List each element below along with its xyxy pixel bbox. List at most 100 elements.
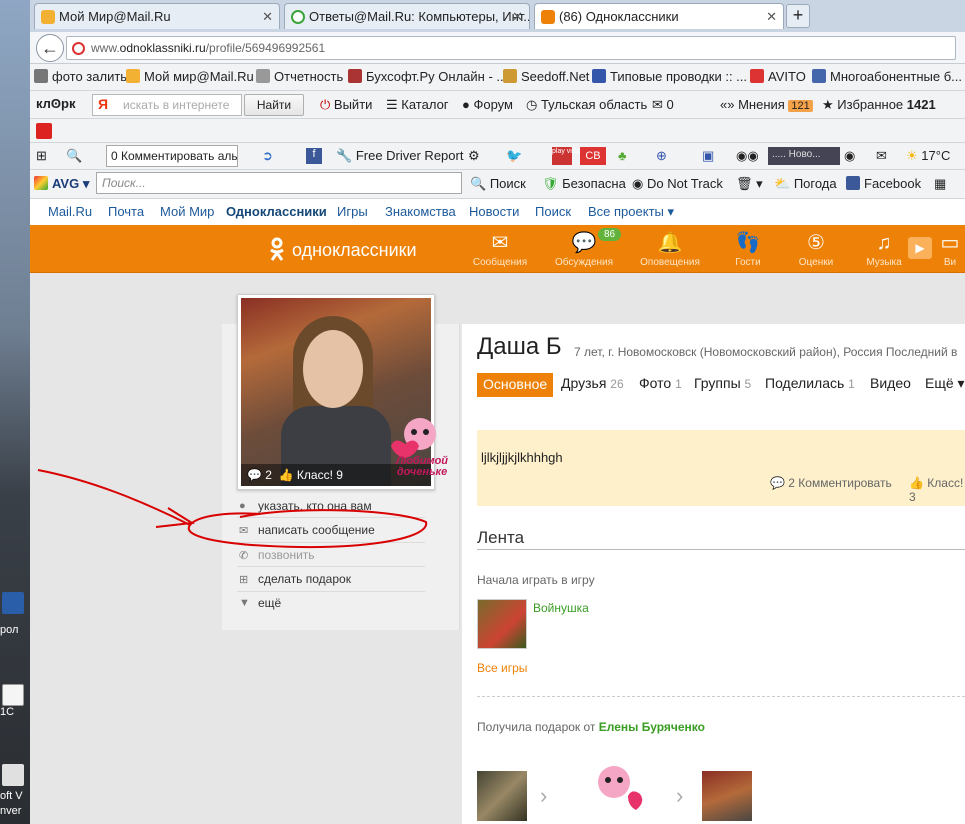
portal-link[interactable]: Игры [337,204,368,219]
all-games-link[interactable]: Все игры [477,661,527,675]
forum-button[interactable]: ● Форум [462,97,513,112]
back-button[interactable]: ← [36,34,64,62]
do-not-track-button[interactable]: ◉ Do Not Track [632,176,723,192]
avg-search-button[interactable]: 🔍 Поиск [470,176,526,192]
driver-report-button[interactable]: 🔧 Free Driver Report [336,148,463,164]
video-icon: ▭ [940,232,960,254]
cb-icon[interactable]: CB [580,147,606,165]
more-actions[interactable]: ▼ ещё [237,596,425,610]
play-video-icon[interactable]: play vida [552,147,580,165]
portal-link[interactable]: Mail.Ru [48,204,92,219]
site-identity-icon[interactable] [72,42,85,55]
mail-counter[interactable]: ✉ 0 [652,97,674,113]
settings-icon[interactable]: ⊞ [36,148,47,164]
seedoff-icon[interactable] [2,764,24,786]
bookmark-item[interactable]: Многоабонентные б... [812,69,962,84]
tag-icon[interactable]: ♣ [618,148,627,163]
set-relation-action[interactable]: ● указать, кто она вам [237,499,425,513]
gift-sender-avatar[interactable] [477,771,527,821]
portal-link[interactable]: Одноклассники [226,204,327,219]
facebook-button[interactable]: Facebook [846,176,921,191]
facebook-counter-icon[interactable]: f [306,148,322,164]
add-icon[interactable]: ⊕ [656,148,667,164]
comment-select[interactable]: 0 Комментировать аль [106,145,238,167]
gift-recipient-avatar[interactable] [702,771,752,821]
game-link[interactable]: Войнушка [533,601,589,615]
url-domain: odnoklassniki.ru [119,41,206,55]
call-action[interactable]: ✆ позвонить [237,548,425,562]
divider [237,591,425,592]
tab-groups[interactable]: Группы 5 [694,375,751,391]
ok-logo[interactable]: одноклассники [268,237,417,261]
nav-ratings[interactable]: ⑤ Оценки [784,231,848,268]
navigation-arrow-icon[interactable]: ➲ [262,148,273,164]
bookmark-item[interactable]: Мой мир@Mail.Ru [126,69,254,84]
tab-photos[interactable]: Фото 1 [639,375,682,391]
yandex-search-input[interactable]: Яискать в интернете [92,94,242,116]
nav-guests[interactable]: 👣 Гости [716,231,780,268]
send-gift-action[interactable]: ⊞ сделать подарок [237,572,425,586]
gift-sender-link[interactable]: Елены Буряченко [599,720,705,734]
portal-link[interactable]: Знакомства [385,204,456,219]
phone-icon: ✆ [239,550,249,562]
opinions-button[interactable]: «» Мнения 121 [720,97,813,112]
tab-shared[interactable]: Поделилась 1 [765,375,855,391]
nav-messages[interactable]: ✉ Сообщения [468,231,532,268]
mail-icon[interactable]: ✉ [876,148,887,164]
bookmark-item[interactable]: фото залить [34,69,127,84]
yandex-search-button[interactable]: Найти [244,94,304,116]
bookmark-item[interactable]: Типовые проводки :: ... [592,69,747,84]
comment-button[interactable]: 💬 2 Комментировать [770,476,892,490]
extension-icon[interactable]: ⚙ [468,148,480,164]
tab-main[interactable]: Основное [477,373,554,397]
trash-icon[interactable]: 🗑 ▾ [736,176,763,192]
class-button[interactable]: 👍 Класс! 3 [909,476,965,504]
portal-link[interactable]: Поиск [535,204,571,219]
bookmark-item[interactable]: Seedoff.Net [503,69,589,84]
twitter-icon[interactable]: 🐦 [506,148,522,164]
nav-video[interactable]: ▭ Ви [930,231,965,268]
search-icon[interactable]: 🔍 [66,148,82,164]
gift-sticker[interactable]: Любимой доченьке [385,410,455,482]
close-icon[interactable]: ✕ [262,9,273,25]
tab-more[interactable]: Ещё ▾ [925,375,965,392]
media-controls[interactable]: ◉◉ [736,148,759,164]
volume-icon[interactable]: ◉ [844,148,855,164]
radio-station-select[interactable]: ..... Ново... [768,147,840,165]
shortcut-icon[interactable] [2,684,24,706]
region-button[interactable]: ◷ Тульская область [526,97,647,113]
portal-link[interactable]: Новости [469,204,519,219]
address-bar[interactable]: www.odnoklassniki.ru/profile/56949699256… [66,36,956,60]
favorites-button[interactable]: ★ Избранное 1421 [822,97,936,113]
tab-friends[interactable]: Друзья 26 [561,375,624,391]
avg-logo[interactable]: AVG ▾ [34,176,89,192]
portal-link-all[interactable]: Все проекты ▾ [588,204,674,220]
nav-notifications[interactable]: 🔔 Оповещения [638,231,702,268]
gift-image[interactable] [578,760,650,824]
bookmark-item[interactable]: Отчетность [256,69,343,84]
game-icon[interactable] [477,599,527,649]
sale-extension-icon[interactable] [36,123,52,139]
tab-moy-mir[interactable]: Мой Мир@Mail.Ru ✕ [34,3,280,29]
close-icon[interactable]: ✕ [766,9,777,25]
safe-status[interactable]: 🛡 Безопасна [542,176,626,192]
tab-video[interactable]: Видео [870,375,911,391]
new-tab-button[interactable]: + [786,4,810,28]
catalog-button[interactable]: ☰ Каталог [386,97,449,113]
nav-music[interactable]: ♫ Музыка [852,231,916,268]
write-message-action[interactable]: ✉ написать сообщение [237,523,425,537]
avg-search-input[interactable]: Поиск... [96,172,462,194]
weather-button[interactable]: ⛅ Погода [774,176,837,192]
logout-button[interactable]: ⏻ Выйти [320,97,372,113]
tab-odnoklassniki[interactable]: (86) Одноклассники ✕ [534,3,784,29]
calculator-icon[interactable]: ▦ [934,176,946,192]
bookmark-item[interactable]: AVITO [750,69,806,84]
screen-icon[interactable]: ▣ [702,148,714,164]
close-icon[interactable]: ✕ [512,9,523,25]
portal-link[interactable]: Почта [108,204,144,219]
word-file-icon[interactable] [2,592,24,614]
play-icon[interactable]: ▶ [908,237,932,259]
portal-link[interactable]: Мой Мир [160,204,214,219]
bookmark-item[interactable]: Бухсофт.Ру Онлайн - ... [348,69,507,84]
tab-otvety[interactable]: Ответы@Mail.Ru: Компьютеры, Инт... ✕ [284,3,530,29]
